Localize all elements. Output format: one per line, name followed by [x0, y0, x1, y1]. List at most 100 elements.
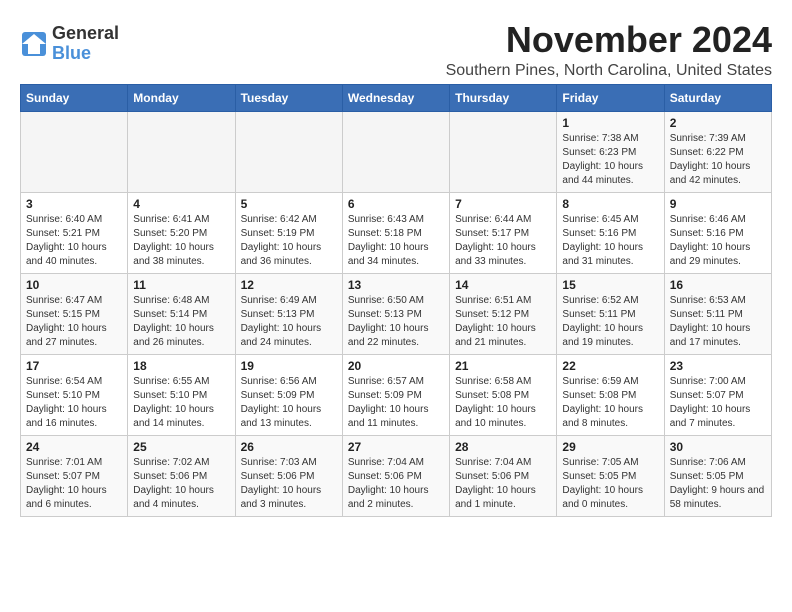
logo-general: General	[52, 24, 119, 44]
calendar-cell: 22 Sunrise: 6:59 AMSunset: 5:08 PMDayligh…	[557, 354, 664, 435]
calendar-cell: 19 Sunrise: 6:56 AMSunset: 5:09 PMDayligh…	[235, 354, 342, 435]
day-number: 16	[670, 278, 766, 292]
logo-text: General Blue	[52, 24, 119, 64]
weekday-header: Tuesday	[235, 84, 342, 111]
calendar-cell: 20 Sunrise: 6:57 AMSunset: 5:09 PMDayligh…	[342, 354, 449, 435]
day-number: 25	[133, 440, 229, 454]
weekday-header: Monday	[128, 84, 235, 111]
calendar-cell: 3 Sunrise: 6:40 AMSunset: 5:21 PMDaylight…	[21, 192, 128, 273]
calendar-cell	[235, 111, 342, 192]
day-number: 3	[26, 197, 122, 211]
day-number: 24	[26, 440, 122, 454]
calendar-cell: 14 Sunrise: 6:51 AMSunset: 5:12 PMDayligh…	[450, 273, 557, 354]
calendar-cell: 15 Sunrise: 6:52 AMSunset: 5:11 PMDayligh…	[557, 273, 664, 354]
day-number: 6	[348, 197, 444, 211]
day-number: 14	[455, 278, 551, 292]
day-info: Sunrise: 6:49 AMSunset: 5:13 PMDaylight:…	[241, 294, 337, 350]
day-number: 4	[133, 197, 229, 211]
day-info: Sunrise: 6:53 AMSunset: 5:11 PMDaylight:…	[670, 294, 766, 350]
calendar: SundayMondayTuesdayWednesdayThursdayFrid…	[20, 84, 772, 517]
calendar-cell: 12Sunrise: 6:49 AMSunset: 5:13 PMDayligh…	[235, 273, 342, 354]
calendar-cell: 23 Sunrise: 7:00 AMSunset: 5:07 PMDayligh…	[664, 354, 771, 435]
calendar-week-row: 24 Sunrise: 7:01 AMSunset: 5:07 PMDayligh…	[21, 435, 772, 516]
day-info: Sunrise: 6:47 AMSunset: 5:15 PMDaylight:…	[26, 294, 122, 350]
day-number: 23	[670, 359, 766, 373]
day-number: 18	[133, 359, 229, 373]
day-number: 29	[562, 440, 658, 454]
day-info: Sunrise: 6:42 AMSunset: 5:19 PMDaylight:…	[241, 213, 337, 269]
day-number: 1	[562, 116, 658, 130]
day-info: Sunrise: 7:06 AMSunset: 5:05 PMDaylight:…	[670, 456, 766, 512]
day-info: Sunrise: 7:04 AMSunset: 5:06 PMDaylight:…	[455, 456, 551, 512]
day-info: Sunrise: 6:43 AMSunset: 5:18 PMDaylight:…	[348, 213, 444, 269]
day-number: 21	[455, 359, 551, 373]
day-number: 26	[241, 440, 337, 454]
calendar-cell: 30 Sunrise: 7:06 AMSunset: 5:05 PMDayligh…	[664, 435, 771, 516]
calendar-cell: 21Sunrise: 6:58 AMSunset: 5:08 PMDayligh…	[450, 354, 557, 435]
calendar-week-row: 17 Sunrise: 6:54 AMSunset: 5:10 PMDayligh…	[21, 354, 772, 435]
day-number: 20	[348, 359, 444, 373]
calendar-cell: 18 Sunrise: 6:55 AMSunset: 5:10 PMDayligh…	[128, 354, 235, 435]
weekday-header: Saturday	[664, 84, 771, 111]
logo: General Blue	[20, 24, 119, 64]
day-info: Sunrise: 6:55 AMSunset: 5:10 PMDaylight:…	[133, 375, 229, 431]
day-info: Sunrise: 6:56 AMSunset: 5:09 PMDaylight:…	[241, 375, 337, 431]
day-info: Sunrise: 6:46 AMSunset: 5:16 PMDaylight:…	[670, 213, 766, 269]
day-info: Sunrise: 7:00 AMSunset: 5:07 PMDaylight:…	[670, 375, 766, 431]
calendar-cell: 4 Sunrise: 6:41 AMSunset: 5:20 PMDaylight…	[128, 192, 235, 273]
calendar-cell: 24 Sunrise: 7:01 AMSunset: 5:07 PMDayligh…	[21, 435, 128, 516]
day-info: Sunrise: 6:50 AMSunset: 5:13 PMDaylight:…	[348, 294, 444, 350]
calendar-cell: 1 Sunrise: 7:38 AMSunset: 6:23 PMDaylight…	[557, 111, 664, 192]
calendar-cell: 10Sunrise: 6:47 AMSunset: 5:15 PMDayligh…	[21, 273, 128, 354]
weekday-header: Sunday	[21, 84, 128, 111]
day-number: 7	[455, 197, 551, 211]
location-title: Southern Pines, North Carolina, United S…	[446, 62, 772, 80]
day-info: Sunrise: 6:40 AMSunset: 5:21 PMDaylight:…	[26, 213, 122, 269]
day-number: 11	[133, 278, 229, 292]
day-info: Sunrise: 6:51 AMSunset: 5:12 PMDaylight:…	[455, 294, 551, 350]
day-info: Sunrise: 6:41 AMSunset: 5:20 PMDaylight:…	[133, 213, 229, 269]
day-number: 19	[241, 359, 337, 373]
calendar-cell: 5 Sunrise: 6:42 AMSunset: 5:19 PMDaylight…	[235, 192, 342, 273]
weekday-header: Thursday	[450, 84, 557, 111]
calendar-cell	[21, 111, 128, 192]
calendar-cell: 11 Sunrise: 6:48 AMSunset: 5:14 PMDayligh…	[128, 273, 235, 354]
day-info: Sunrise: 7:01 AMSunset: 5:07 PMDaylight:…	[26, 456, 122, 512]
calendar-week-row: 10Sunrise: 6:47 AMSunset: 5:15 PMDayligh…	[21, 273, 772, 354]
calendar-cell: 26 Sunrise: 7:03 AMSunset: 5:06 PMDayligh…	[235, 435, 342, 516]
calendar-cell: 27Sunrise: 7:04 AMSunset: 5:06 PMDayligh…	[342, 435, 449, 516]
day-info: Sunrise: 6:44 AMSunset: 5:17 PMDaylight:…	[455, 213, 551, 269]
day-info: Sunrise: 7:04 AMSunset: 5:06 PMDaylight:…	[348, 456, 444, 512]
day-info: Sunrise: 6:57 AMSunset: 5:09 PMDaylight:…	[348, 375, 444, 431]
page-header: General Blue November 2024 Southern Pine…	[20, 20, 772, 80]
day-number: 2	[670, 116, 766, 130]
calendar-cell: 8Sunrise: 6:45 AMSunset: 5:16 PMDaylight…	[557, 192, 664, 273]
day-number: 5	[241, 197, 337, 211]
day-info: Sunrise: 7:05 AMSunset: 5:05 PMDaylight:…	[562, 456, 658, 512]
calendar-cell: 16 Sunrise: 6:53 AMSunset: 5:11 PMDayligh…	[664, 273, 771, 354]
day-number: 15	[562, 278, 658, 292]
day-number: 9	[670, 197, 766, 211]
calendar-cell	[128, 111, 235, 192]
calendar-cell: 25Sunrise: 7:02 AMSunset: 5:06 PMDayligh…	[128, 435, 235, 516]
day-number: 22	[562, 359, 658, 373]
calendar-week-row: 1 Sunrise: 7:38 AMSunset: 6:23 PMDaylight…	[21, 111, 772, 192]
day-info: Sunrise: 7:38 AMSunset: 6:23 PMDaylight:…	[562, 132, 658, 188]
day-info: Sunrise: 6:59 AMSunset: 5:08 PMDaylight:…	[562, 375, 658, 431]
day-number: 17	[26, 359, 122, 373]
title-block: November 2024 Southern Pines, North Caro…	[446, 20, 772, 80]
day-info: Sunrise: 6:48 AMSunset: 5:14 PMDaylight:…	[133, 294, 229, 350]
month-title: November 2024	[446, 20, 772, 60]
day-info: Sunrise: 6:54 AMSunset: 5:10 PMDaylight:…	[26, 375, 122, 431]
calendar-cell: 29 Sunrise: 7:05 AMSunset: 5:05 PMDayligh…	[557, 435, 664, 516]
day-number: 8	[562, 197, 658, 211]
day-info: Sunrise: 6:52 AMSunset: 5:11 PMDaylight:…	[562, 294, 658, 350]
weekday-header-row: SundayMondayTuesdayWednesdayThursdayFrid…	[21, 84, 772, 111]
calendar-week-row: 3 Sunrise: 6:40 AMSunset: 5:21 PMDaylight…	[21, 192, 772, 273]
logo-icon	[20, 30, 48, 58]
day-info: Sunrise: 7:39 AMSunset: 6:22 PMDaylight:…	[670, 132, 766, 188]
day-info: Sunrise: 7:03 AMSunset: 5:06 PMDaylight:…	[241, 456, 337, 512]
calendar-cell: 7 Sunrise: 6:44 AMSunset: 5:17 PMDaylight…	[450, 192, 557, 273]
logo-blue: Blue	[52, 44, 119, 64]
day-number: 30	[670, 440, 766, 454]
